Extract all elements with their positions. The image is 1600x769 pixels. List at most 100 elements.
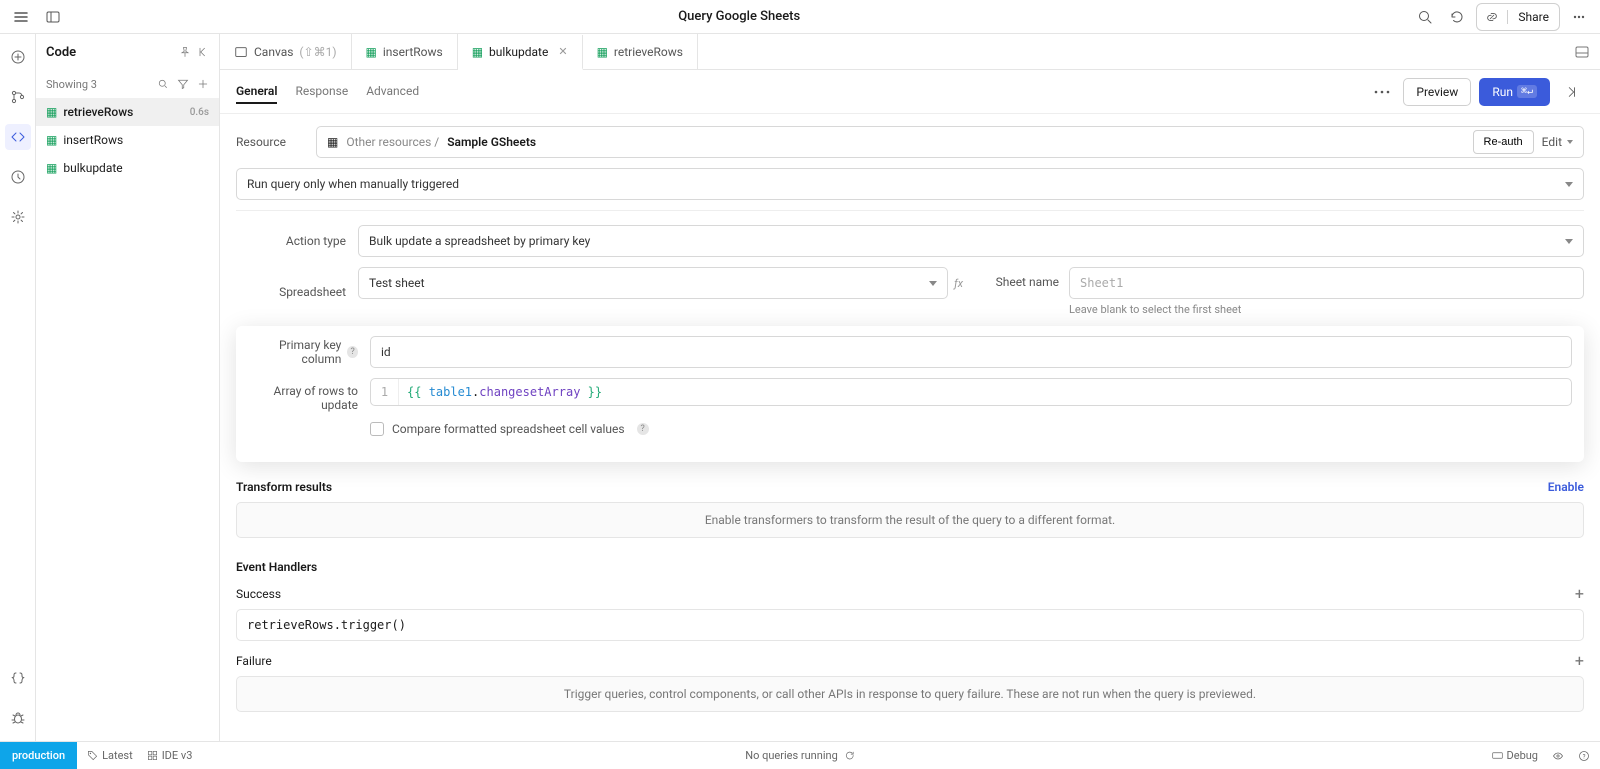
compare-checkbox[interactable] [370,422,384,436]
primary-key-label: Primary key column [248,338,341,366]
grid-icon [147,750,158,761]
rail-add-icon[interactable] [5,44,31,70]
info-icon[interactable]: ? [347,346,358,358]
link-icon [1477,10,1508,24]
history-icon[interactable] [1444,4,1470,30]
add-query-icon[interactable] [197,78,209,90]
tab-insertrows[interactable]: ▦ insertRows [352,34,458,69]
resource-selector[interactable]: ▦ Other resources / Sample GSheets Re-au… [316,126,1584,158]
rail-settings-icon[interactable] [5,204,31,230]
sheets-icon: ▦ [472,45,483,59]
action-type-value: Bulk update a spreadsheet by primary key [369,234,590,248]
page-title: Query Google Sheets [74,9,1404,24]
menu-icon[interactable] [8,4,34,30]
sheet-name-helper: Leave blank to select the first sheet [1069,303,1584,316]
panel-layout-icon[interactable] [40,4,66,30]
config-tab-response[interactable]: Response [295,80,348,104]
visibility-icon[interactable] [1552,750,1564,762]
query-item-retrieverows[interactable]: ▦ retrieveRows 0.6s [36,98,219,126]
refresh-icon[interactable] [844,750,855,761]
preview-button[interactable]: Preview [1403,78,1471,106]
transform-banner: Enable transformers to transform the res… [236,502,1584,538]
sheet-name-input[interactable]: Sheet1 [1069,267,1584,299]
rail-bug-icon[interactable] [5,705,31,731]
debug-label: Debug [1507,749,1538,762]
code-gutter: 1 [371,379,399,405]
spreadsheet-value: Test sheet [369,276,425,290]
ide-version[interactable]: IDE v3 [147,749,193,762]
editor-tabbar: Canvas (⇧⌘1) ▦ insertRows ▦ bulkupdate ✕… [220,34,1600,70]
help-icon[interactable]: ? [1578,750,1590,762]
svg-text:?: ? [1583,753,1586,760]
fx-icon[interactable]: ƒx [954,277,963,290]
query-item-label: retrieveRows [63,105,133,119]
event-handlers-title: Event Handlers [236,560,1584,574]
sheet-name-placeholder: Sheet1 [1080,276,1123,290]
info-icon[interactable]: ? [637,423,649,435]
query-item-bulkupdate[interactable]: ▦ bulkupdate [36,154,219,182]
panel-toggle-icon[interactable] [1574,44,1590,60]
search-icon[interactable] [1412,4,1438,30]
sheets-icon: ▦ [46,133,57,147]
tab-bulkupdate[interactable]: ▦ bulkupdate ✕ [458,35,583,70]
config-tab-general[interactable]: General [236,80,277,104]
success-handler-code: retrieveRows.trigger() [247,618,406,632]
keyboard-icon [1492,750,1503,761]
transform-enable-link[interactable]: Enable [1548,480,1584,494]
query-list: ▦ retrieveRows 0.6s ▦ insertRows ▦ bulku… [36,98,219,741]
sheets-icon: ▦ [46,161,57,175]
close-icon[interactable]: ✕ [558,45,567,58]
config-tab-advanced[interactable]: Advanced [366,80,419,104]
code-close: }} [580,385,602,399]
primary-key-input[interactable]: id [370,336,1572,368]
latest-indicator[interactable]: Latest [87,749,133,762]
code-obj: table1 [429,385,472,399]
environment-pill[interactable]: production [0,742,77,769]
tab-retrieverows[interactable]: ▦ retrieveRows [583,34,698,69]
transform-title: Transform results [236,480,332,494]
query-item-insertrows[interactable]: ▦ insertRows [36,126,219,154]
sheets-icon: ▦ [597,45,608,59]
resource-label: Resource [236,135,306,149]
rows-update-input[interactable]: 1 {{ table1.changesetArray }} [370,378,1572,406]
statusbar: production Latest IDE v3 No queries runn… [0,741,1600,769]
rail-braces-icon[interactable] [5,665,31,691]
rail-branch-icon[interactable] [5,84,31,110]
reauth-button[interactable]: Re-auth [1473,130,1534,154]
sheet-name-label: Sheet name [979,267,1059,289]
preview-label: Preview [1416,85,1458,99]
more-icon[interactable] [1566,4,1592,30]
spreadsheet-label: Spreadsheet [236,285,346,299]
run-button[interactable]: Run ⌘↵ [1479,78,1550,106]
spreadsheet-select[interactable]: Test sheet [358,267,948,299]
failure-banner: Trigger queries, control components, or … [236,676,1584,712]
sheets-icon: ▦ [327,135,338,149]
edit-resource-link[interactable]: Edit [1542,135,1573,149]
collapse-right-icon[interactable] [1558,79,1584,105]
ide-label: IDE v3 [162,749,193,762]
pin-icon[interactable] [179,46,191,58]
tab-label: retrieveRows [614,45,683,59]
run-mode-select[interactable]: Run query only when manually triggered [236,168,1584,200]
code-prop: changesetArray [479,385,580,399]
tab-canvas[interactable]: Canvas (⇧⌘1) [220,34,352,69]
run-label: Run [1492,85,1513,99]
share-button[interactable]: Share [1476,3,1560,31]
tab-canvas-label: Canvas [254,45,293,59]
rail-clock-icon[interactable] [5,164,31,190]
queries-running-label: No queries running [745,749,838,762]
search-small-icon[interactable] [157,78,169,90]
add-failure-handler-icon[interactable]: + [1575,651,1584,670]
success-handler-box[interactable]: retrieveRows.trigger() [236,609,1584,641]
code-panel-title: Code [46,45,76,60]
query-item-timing: 0.6s [190,107,209,118]
filter-icon[interactable] [177,78,189,90]
action-type-select[interactable]: Bulk update a spreadsheet by primary key [358,225,1584,257]
collapse-left-icon[interactable] [197,46,209,58]
more-actions-icon[interactable] [1369,79,1395,105]
latest-label: Latest [102,749,133,762]
rail-code-icon[interactable] [5,124,31,150]
add-success-handler-icon[interactable]: + [1575,584,1584,603]
resource-path: Other resources / [346,135,439,149]
debug-toggle[interactable]: Debug [1492,749,1538,762]
